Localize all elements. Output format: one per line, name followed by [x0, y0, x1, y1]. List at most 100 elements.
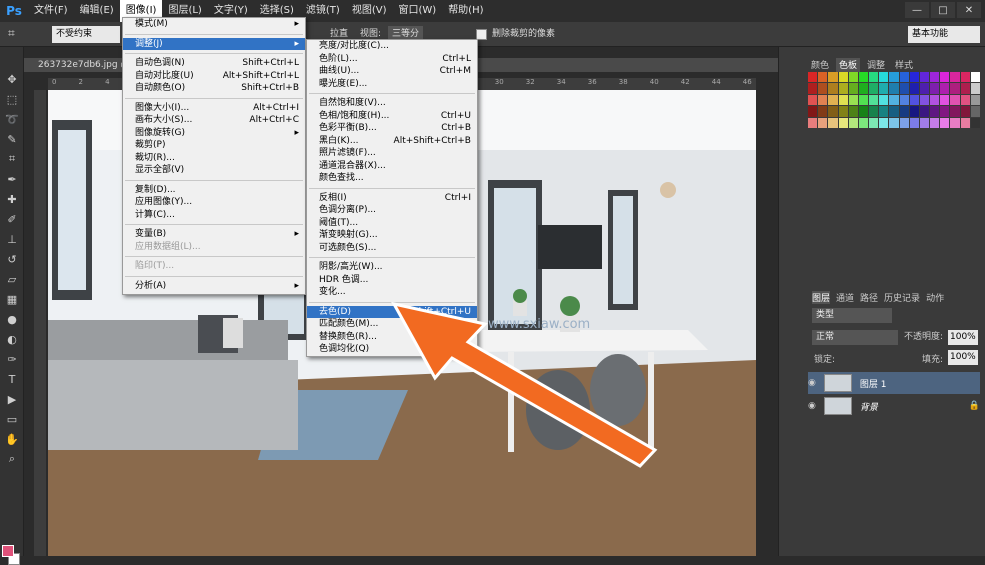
- color-swatch[interactable]: [808, 94, 818, 106]
- color-swatch[interactable]: [858, 117, 869, 128]
- color-swatch[interactable]: [940, 117, 950, 128]
- color-swatch[interactable]: [960, 83, 970, 94]
- menu-option[interactable]: 曲线(U)... Ctrl+M: [307, 65, 477, 78]
- path-select-icon[interactable]: ▶: [0, 389, 24, 409]
- color-swatch[interactable]: [879, 117, 889, 128]
- tab-styles[interactable]: 样式: [892, 58, 916, 72]
- color-swatch[interactable]: [848, 94, 858, 106]
- color-swatch[interactable]: [940, 94, 950, 106]
- color-swatch[interactable]: [899, 106, 909, 117]
- color-swatch[interactable]: [889, 72, 899, 83]
- color-swatch[interactable]: [970, 83, 980, 94]
- crop-tool-icon[interactable]: ⌗: [8, 26, 38, 43]
- gradient-icon[interactable]: ▦: [0, 289, 24, 309]
- color-swatch[interactable]: [808, 117, 818, 128]
- menu-option[interactable]: 反相(I) Ctrl+I: [307, 192, 477, 205]
- foreground-color-swatch[interactable]: [2, 545, 14, 557]
- color-swatch[interactable]: [838, 72, 848, 83]
- color-swatch[interactable]: [960, 72, 970, 83]
- tab-history[interactable]: 历史记录: [884, 291, 920, 304]
- menu-item[interactable]: 视图(V): [346, 0, 393, 22]
- color-swatch[interactable]: [858, 94, 869, 106]
- menu-option[interactable]: 色调均化(Q): [307, 343, 477, 356]
- menu-option[interactable]: HDR 色调...: [307, 274, 477, 287]
- color-swatch[interactable]: [828, 117, 838, 128]
- menu-option[interactable]: 色调分离(P)...: [307, 204, 477, 217]
- color-swatch[interactable]: [950, 83, 960, 94]
- menu-option[interactable]: 颜色查找...: [307, 172, 477, 185]
- menu-option[interactable]: 自动色调(N) Shift+Ctrl+L: [123, 57, 305, 70]
- tab-adjustments[interactable]: 调整: [864, 58, 888, 72]
- color-swatch[interactable]: [950, 72, 960, 83]
- menu-option[interactable]: 阴影/高光(W)...: [307, 261, 477, 274]
- color-swatch[interactable]: [848, 117, 858, 128]
- color-swatch[interactable]: [930, 83, 940, 94]
- minimize-button[interactable]: —: [905, 2, 929, 18]
- color-swatch[interactable]: [930, 94, 940, 106]
- color-swatch[interactable]: [869, 117, 879, 128]
- color-swatch[interactable]: [960, 94, 970, 106]
- hand-icon[interactable]: ✋: [0, 429, 24, 449]
- color-swatch[interactable]: [869, 106, 879, 117]
- color-swatch[interactable]: [899, 94, 909, 106]
- menu-option[interactable]: 阈值(T)...: [307, 217, 477, 230]
- color-swatch[interactable]: [970, 72, 980, 83]
- menu-option[interactable]: 色彩平衡(B)... Ctrl+B: [307, 122, 477, 135]
- menu-option[interactable]: 匹配颜色(M)...: [307, 318, 477, 331]
- menu-item[interactable]: 编辑(E): [74, 0, 120, 22]
- color-swatch[interactable]: [970, 94, 980, 106]
- color-swatch[interactable]: [899, 83, 909, 94]
- color-swatch[interactable]: [848, 106, 858, 117]
- menu-option[interactable]: 图像旋转(G) ▸: [123, 127, 305, 140]
- color-swatch[interactable]: [970, 106, 980, 117]
- color-swatch[interactable]: [919, 72, 930, 83]
- menu-option[interactable]: 通道混合器(X)...: [307, 160, 477, 173]
- fill-input[interactable]: 100%: [948, 350, 978, 365]
- menu-option[interactable]: 照片滤镜(F)...: [307, 147, 477, 160]
- zoom-icon[interactable]: ⌕: [0, 449, 24, 469]
- history-brush-icon[interactable]: ↺: [0, 249, 24, 269]
- menu-option[interactable]: 渐变映射(G)...: [307, 229, 477, 242]
- color-swatch[interactable]: [919, 106, 930, 117]
- color-swatch[interactable]: [838, 94, 848, 106]
- menu-option[interactable]: 显示全部(V): [123, 164, 305, 177]
- brush-icon[interactable]: ✐: [0, 209, 24, 229]
- heal-icon[interactable]: ✚: [0, 189, 24, 209]
- color-swatch[interactable]: [919, 94, 930, 106]
- color-swatch[interactable]: [950, 106, 960, 117]
- menu-option[interactable]: 调整(J) ▸: [123, 37, 305, 50]
- menu-option[interactable]: 裁切(R)...: [123, 152, 305, 165]
- color-swatch[interactable]: [909, 72, 919, 83]
- menu-option[interactable]: 变量(B) ▸: [123, 228, 305, 241]
- color-swatch[interactable]: [838, 117, 848, 128]
- color-swatch[interactable]: [919, 83, 930, 94]
- color-swatch[interactable]: [909, 94, 919, 106]
- menu-option[interactable]: 自动颜色(O) Shift+Ctrl+B: [123, 82, 305, 95]
- color-swatch[interactable]: [848, 83, 858, 94]
- color-swatch[interactable]: [869, 83, 879, 94]
- eraser-icon[interactable]: ▱: [0, 269, 24, 289]
- menu-option[interactable]: 去色(D) Shift+Ctrl+U: [307, 305, 477, 318]
- color-swatch[interactable]: [950, 94, 960, 106]
- workspace-select[interactable]: 基本功能: [908, 26, 980, 43]
- color-swatch[interactable]: [879, 72, 889, 83]
- color-swatch[interactable]: [828, 94, 838, 106]
- blur-icon[interactable]: ●: [0, 309, 24, 329]
- menu-option[interactable]: 模式(M) ▸: [123, 18, 305, 31]
- eyedropper-icon[interactable]: ✒: [0, 169, 24, 189]
- tab-swatches[interactable]: 色板: [836, 58, 861, 72]
- color-swatch[interactable]: [858, 106, 869, 117]
- menu-option[interactable]: 应用图像(Y)...: [123, 196, 305, 209]
- color-swatch[interactable]: [930, 72, 940, 83]
- color-swatch[interactable]: [960, 117, 970, 128]
- lasso-tool-icon[interactable]: ➰: [0, 109, 24, 129]
- color-swatch[interactable]: [950, 117, 960, 128]
- color-swatch[interactable]: [960, 106, 970, 117]
- menu-option[interactable]: 自然饱和度(V)...: [307, 97, 477, 110]
- menu-item[interactable]: 文件(F): [28, 0, 74, 22]
- eye-icon[interactable]: ◉: [808, 401, 816, 411]
- menu-option[interactable]: 可选颜色(S)...: [307, 242, 477, 255]
- menu-option[interactable]: 变化...: [307, 286, 477, 299]
- color-swatch[interactable]: [818, 83, 828, 94]
- menu-option[interactable]: 替换颜色(R)...: [307, 331, 477, 344]
